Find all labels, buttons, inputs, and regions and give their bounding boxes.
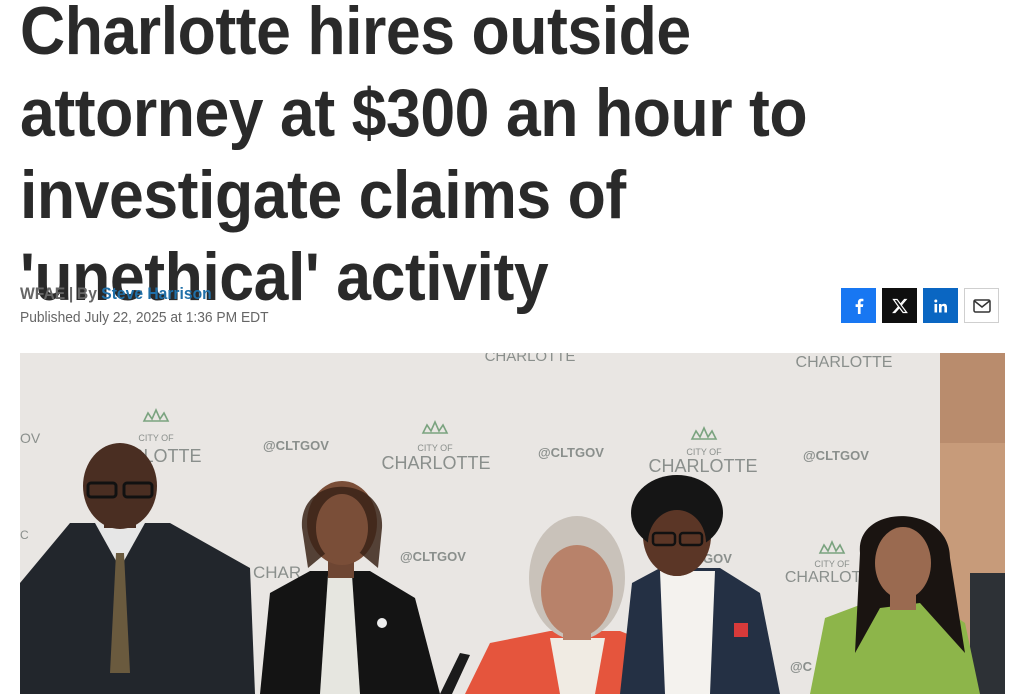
backdrop-handle-4: @CLTGOV (400, 549, 466, 564)
share-linkedin-button[interactable] (923, 288, 958, 323)
published-date: Published July 22, 2025 at 1:36 PM EDT (20, 309, 269, 326)
backdrop-city-of: CITY OF (138, 433, 174, 443)
article-headline: Charlotte hires outside attorney at $300… (20, 0, 808, 315)
backdrop-fragment-ov: OV (20, 430, 41, 446)
backdrop-city-of-2: CITY OF (417, 443, 453, 453)
byline-by: By (76, 284, 97, 303)
backdrop-fragment-oc: @C (790, 659, 813, 674)
x-icon (891, 298, 908, 313)
facebook-icon (855, 298, 863, 314)
share-bar (841, 288, 999, 323)
author-link[interactable]: Steve Harrison (101, 284, 211, 303)
backdrop-fragment-char: CHAR (253, 563, 301, 582)
share-x-button[interactable] (882, 288, 917, 323)
article-photo: CHARLOTTE CHARLOTTE OV CITY OF RLOTTE @C… (20, 353, 1005, 694)
byline: WFAE | By Steve Harrison (20, 284, 212, 304)
backdrop-charlotte-3: CHARLOTTE (648, 456, 757, 476)
backdrop-charlotte-top-right: CHARLOTTE (796, 354, 893, 371)
byline-source: WFAE (20, 284, 66, 303)
envelope-icon (972, 298, 991, 313)
press-conference-photo: CHARLOTTE CHARLOTTE OV CITY OF RLOTTE @C… (20, 353, 1005, 694)
linkedin-icon (933, 299, 947, 312)
backdrop-charlotte-top: CHARLOTTE (485, 353, 576, 365)
backdrop-city-of-4: CITY OF (814, 559, 850, 569)
backdrop-fragment-charlott: CHARLOTT (785, 569, 871, 586)
backdrop-handle-2: @CLTGOV (538, 445, 604, 460)
backdrop-fragment-c: C (20, 528, 29, 542)
share-email-button[interactable] (964, 288, 999, 323)
backdrop-handle-1: @CLTGOV (263, 438, 329, 453)
byline-separator: | (68, 284, 74, 303)
backdrop-charlotte-2: CHARLOTTE (381, 453, 490, 473)
backdrop-handle-3: @CLTGOV (803, 448, 869, 463)
share-facebook-button[interactable] (841, 288, 876, 323)
